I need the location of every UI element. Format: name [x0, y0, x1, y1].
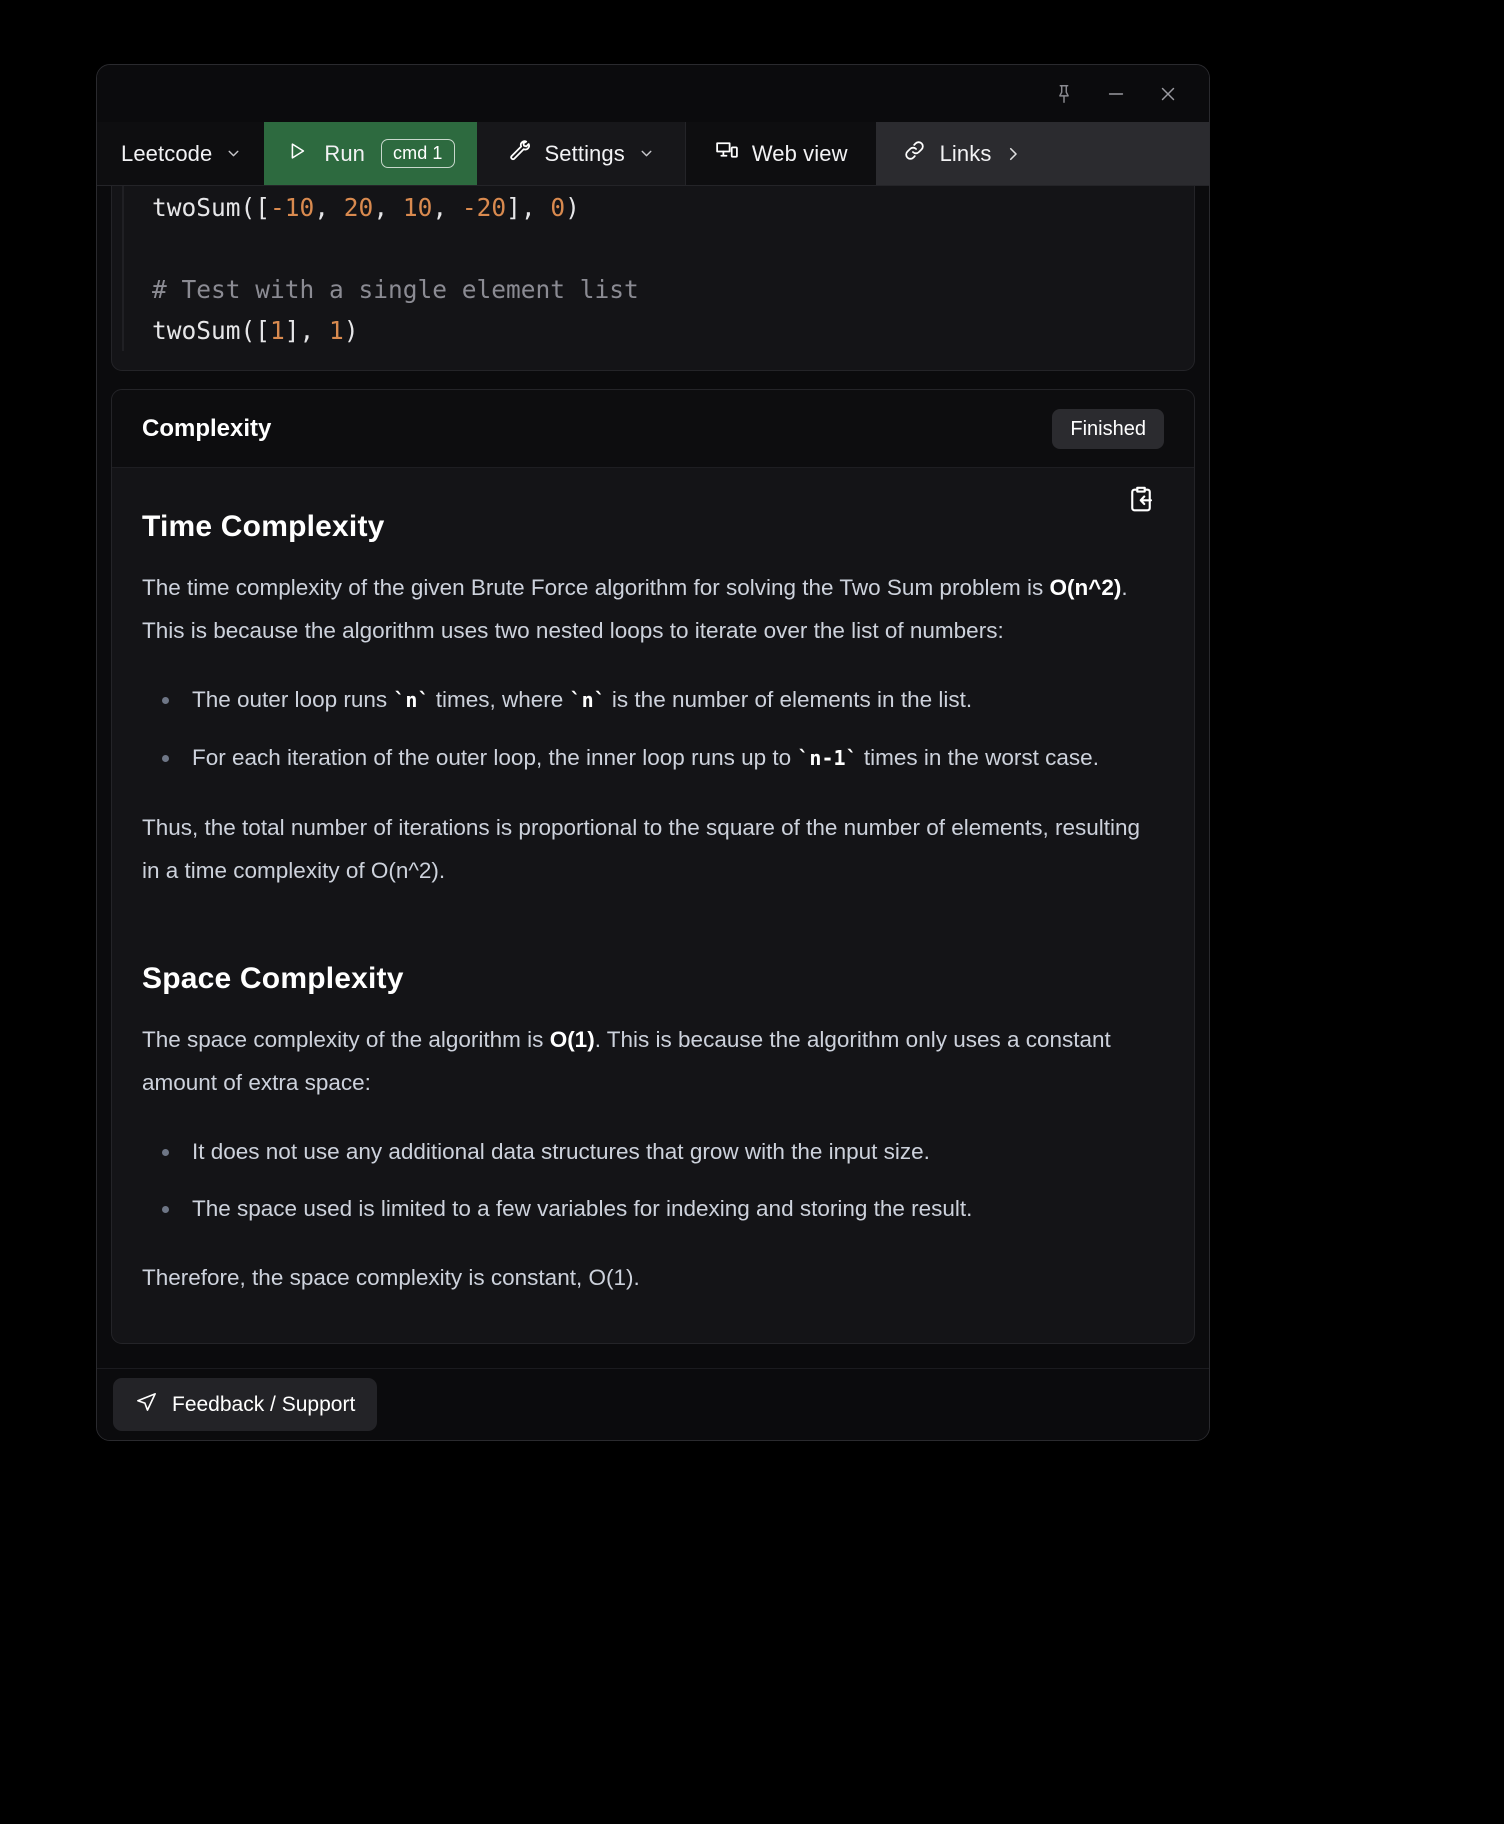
time-complexity-paragraph: The time complexity of the given Brute F… — [142, 575, 1128, 643]
space-complexity-paragraph: The space complexity of the algorithm is… — [142, 1027, 1111, 1095]
list-item: The outer loop runs `n` times, where `n`… — [142, 678, 1142, 722]
web-view-label: Web view — [751, 140, 848, 166]
close-button[interactable] — [1145, 75, 1191, 113]
chevron-down-icon — [638, 145, 655, 162]
feedback-support-label: Feedback / Support — [172, 1392, 356, 1416]
complexity-card-body: Time Complexity The time complexity of t… — [112, 468, 1194, 1343]
close-icon — [1157, 83, 1179, 105]
space-complexity-conclusion: Therefore, the space complexity is const… — [142, 1265, 640, 1290]
web-view-button[interactable]: Web view — [684, 122, 876, 185]
list-item: The space used is limited to a few varia… — [142, 1187, 1142, 1230]
run-label: Run — [324, 140, 365, 166]
time-complexity-heading: Time Complexity — [142, 510, 385, 543]
content-scroll-area[interactable]: twoSum([-10, 20, 10, -20], 0) # Test wit… — [97, 186, 1209, 1368]
leetcode-menu[interactable]: Leetcode — [97, 122, 265, 185]
send-icon — [135, 1390, 158, 1419]
list-item: For each iteration of the outer loop, th… — [142, 736, 1142, 780]
code-editor[interactable]: twoSum([-10, 20, 10, -20], 0) # Test wit… — [112, 186, 1194, 370]
settings-label: Settings — [544, 140, 625, 166]
minimize-icon — [1105, 83, 1127, 105]
wrench-icon — [507, 138, 532, 169]
complexity-title: Complexity — [142, 414, 272, 442]
pin-button[interactable] — [1041, 75, 1087, 113]
chevron-down-icon — [225, 145, 242, 162]
code-line-2: twoSum([1], 1) — [152, 316, 359, 345]
link-icon — [902, 138, 927, 169]
minimize-button[interactable] — [1093, 75, 1139, 113]
list-item: It does not use any additional data stru… — [142, 1130, 1142, 1173]
copy-to-clipboard-button[interactable] — [1122, 482, 1160, 520]
space-complexity-heading: Space Complexity — [142, 962, 404, 995]
title-bar — [97, 65, 1209, 122]
complexity-card-header: Complexity Finished — [112, 390, 1194, 468]
links-label: Links — [939, 140, 992, 166]
time-complexity-bullets: The outer loop runs `n` times, where `n`… — [142, 678, 1164, 780]
code-block: twoSum([-10, 20, 10, -20], 0) # Test wit… — [122, 186, 1194, 351]
chevron-right-icon — [1004, 145, 1022, 163]
links-button[interactable]: Links — [875, 122, 1209, 185]
responsive-devices-icon — [714, 138, 739, 169]
space-complexity-bullets: It does not use any additional data stru… — [142, 1130, 1164, 1230]
pin-icon — [1053, 83, 1075, 105]
leetcode-label: Leetcode — [121, 140, 213, 166]
feedback-support-button[interactable]: Feedback / Support — [113, 1378, 378, 1431]
code-line-1: twoSum([-10, 20, 10, -20], 0) — [152, 193, 580, 222]
play-icon — [286, 140, 308, 168]
run-shortcut-badge: cmd 1 — [381, 139, 455, 168]
status-badge: Finished — [1052, 408, 1164, 449]
time-complexity-conclusion: Thus, the total number of iterations is … — [142, 815, 1141, 883]
clipboard-paste-icon — [1126, 484, 1156, 519]
code-comment-line: # Test with a single element list — [152, 275, 639, 304]
run-button[interactable]: Run cmd 1 — [264, 122, 477, 185]
complexity-card: Complexity Finished Time Complexity The … — [111, 389, 1195, 1344]
footer: Feedback / Support — [97, 1368, 1209, 1440]
settings-menu[interactable]: Settings — [476, 122, 685, 185]
app-window: Leetcode Run cmd 1 Settings Web view Lin… — [96, 64, 1210, 1441]
code-editor-card[interactable]: twoSum([-10, 20, 10, -20], 0) # Test wit… — [111, 186, 1195, 371]
toolbar: Leetcode Run cmd 1 Settings Web view Lin… — [97, 122, 1209, 186]
